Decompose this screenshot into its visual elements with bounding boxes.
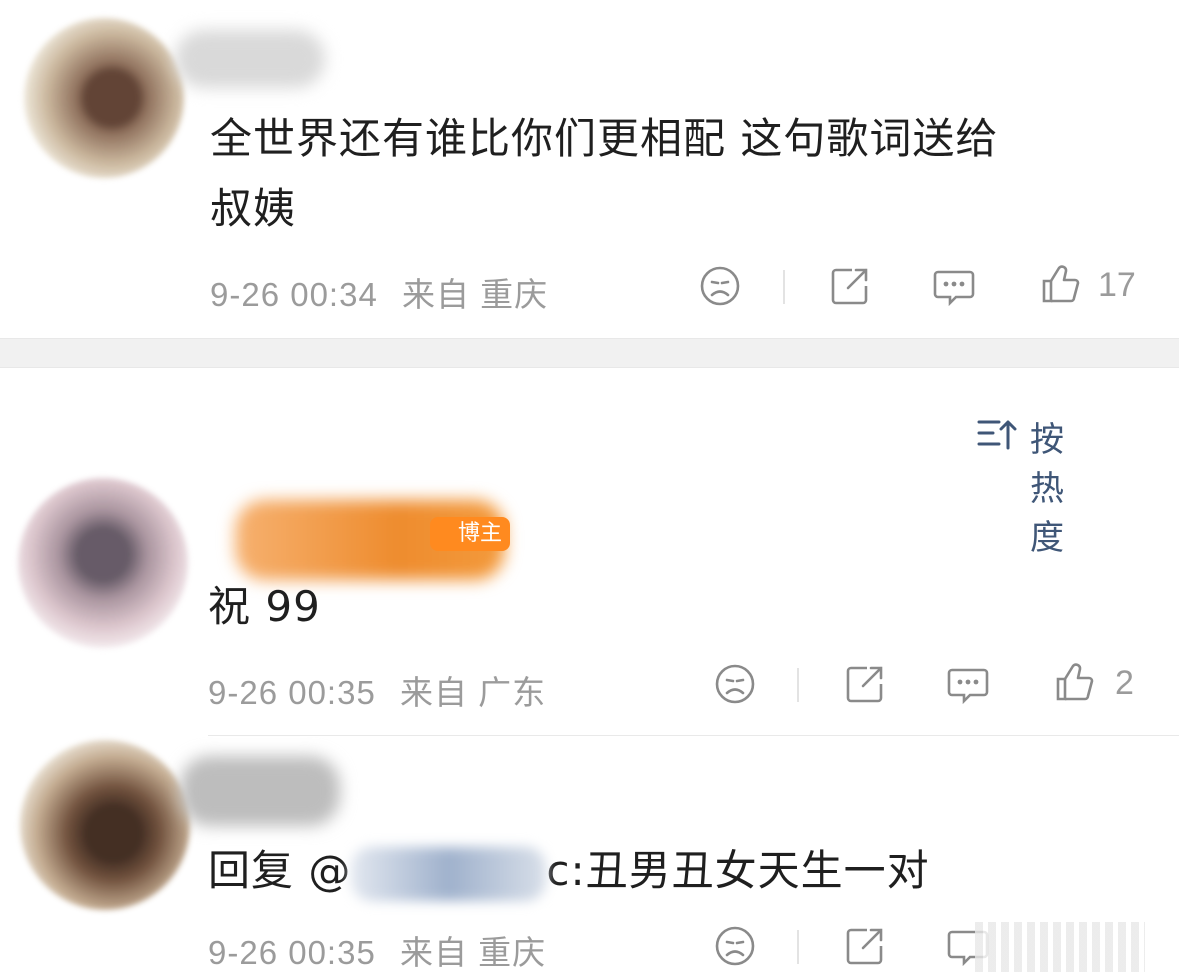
- username-redacted[interactable]: [175, 30, 325, 88]
- share-icon[interactable]: [828, 264, 872, 308]
- reply-prefix: 回复 @: [208, 846, 352, 895]
- reply-text: c:丑男丑女天生一对: [546, 846, 930, 895]
- location: 来自 重庆: [399, 934, 547, 971]
- divider: [797, 930, 799, 964]
- comment-meta: 9-26 00:34 来自 重庆: [210, 268, 548, 316]
- comment-icon[interactable]: [946, 662, 990, 706]
- thumbs-up-icon[interactable]: [1038, 262, 1082, 306]
- like-count: 2: [1115, 664, 1134, 702]
- avatar[interactable]: [20, 740, 190, 910]
- avatar[interactable]: [18, 478, 188, 648]
- section-divider: [0, 338, 1179, 368]
- comment-text: 祝 99: [208, 582, 321, 631]
- timestamp: 9-26 00:35: [208, 934, 376, 971]
- reply-separator: [208, 735, 1179, 736]
- sad-face-icon[interactable]: [698, 264, 742, 308]
- watermark: [975, 922, 1145, 972]
- comment-text-line: 全世界还有谁比你们更相配 这句歌词送给: [210, 114, 999, 163]
- sort-label: 按热度: [1030, 420, 1066, 558]
- comment-text: 回复 @ c:丑男丑女天生一对: [208, 836, 930, 906]
- timestamp: 9-26 00:34: [210, 276, 378, 313]
- sad-face-icon[interactable]: [713, 924, 757, 968]
- divider: [783, 270, 785, 304]
- share-icon[interactable]: [843, 662, 887, 706]
- comment-text-line: 叔姨: [210, 184, 297, 233]
- divider: [797, 668, 799, 702]
- username-redacted[interactable]: [180, 756, 340, 826]
- like-count: 17: [1098, 266, 1136, 304]
- timestamp: 9-26 00:35: [208, 674, 376, 711]
- comment-meta: 9-26 00:35 来自 重庆: [208, 926, 546, 974]
- comment-text: 全世界还有谁比你们更相配 这句歌词送给 叔姨: [210, 104, 998, 244]
- location: 来自 重庆: [401, 276, 549, 313]
- comment-icon[interactable]: [932, 264, 976, 308]
- sad-face-icon[interactable]: [713, 662, 757, 706]
- avatar[interactable]: [24, 18, 184, 178]
- mention-redacted[interactable]: [351, 846, 547, 901]
- thumbs-up-icon[interactable]: [1052, 660, 1096, 704]
- blogger-badge: 博主: [430, 517, 511, 551]
- share-icon[interactable]: [843, 924, 887, 968]
- location: 来自 广东: [399, 674, 547, 711]
- sort-icon: [977, 420, 1017, 450]
- comment-meta: 9-26 00:35 来自 广东: [208, 666, 546, 714]
